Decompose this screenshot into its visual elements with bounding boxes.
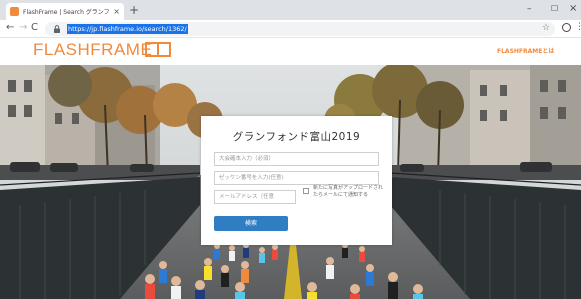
site-header: FLASHFRAME FLASHFRAMEとは <box>0 38 581 65</box>
address-bar[interactable]: https://jp.flashframe.io/search/1362/ ☆ <box>45 22 555 36</box>
browser-toolbar: ← → C https://jp.flashframe.io/search/13… <box>0 20 581 38</box>
site-logo[interactable]: FLASHFRAME <box>33 40 152 60</box>
notify-label: 新たに写真がアップロードされたらメールにて通知する <box>313 185 384 198</box>
event-title: グランフォンド富山2019 <box>232 131 361 143</box>
forward-arrow-icon[interactable]: → <box>19 22 27 33</box>
lock-icon <box>54 25 60 33</box>
flashframe-favicon-icon <box>10 7 19 16</box>
back-arrow-icon[interactable]: ← <box>6 22 14 33</box>
notify-checkbox[interactable] <box>303 188 309 194</box>
reload-icon[interactable]: C <box>31 22 38 33</box>
search-button[interactable]: 検索 <box>214 216 288 231</box>
bookmark-star-icon[interactable]: ☆ <box>542 23 550 33</box>
new-tab-button[interactable]: + <box>129 3 139 17</box>
browser-tabbar: FlashFrame | Search グランフォンド... × + – ☐ × <box>0 0 581 20</box>
event-name-input[interactable]: 大会確本入力（必須） <box>214 152 379 166</box>
email-input[interactable]: メールアドレス（任意 <box>214 190 296 204</box>
tab-title: FlashFrame | Search グランフォンド... <box>23 9 110 16</box>
close-window-button[interactable]: × <box>569 3 577 14</box>
tab-close-icon[interactable]: × <box>113 7 120 16</box>
logo-frame-icon <box>145 42 171 57</box>
url-text[interactable]: https://jp.flashframe.io/search/1362/ <box>67 24 188 34</box>
minimize-button[interactable]: – <box>527 4 532 14</box>
about-link[interactable]: FLASHFRAMEとは <box>497 46 554 55</box>
page: FlashFrame | Search グランフォンド... × + – ☐ ×… <box>0 0 581 299</box>
search-card: グランフォンド富山2019 大会確本入力（必須） ゼッケン番号を入力(任意) メ… <box>201 116 392 245</box>
maximize-button[interactable]: ☐ <box>551 4 558 13</box>
browser-menu-icon[interactable]: ⋮ <box>575 22 581 32</box>
bib-number-input[interactable]: ゼッケン番号を入力(任意) <box>214 171 379 185</box>
browser-tab[interactable]: FlashFrame | Search グランフォンド... × <box>6 3 124 20</box>
profile-icon[interactable] <box>562 23 571 32</box>
